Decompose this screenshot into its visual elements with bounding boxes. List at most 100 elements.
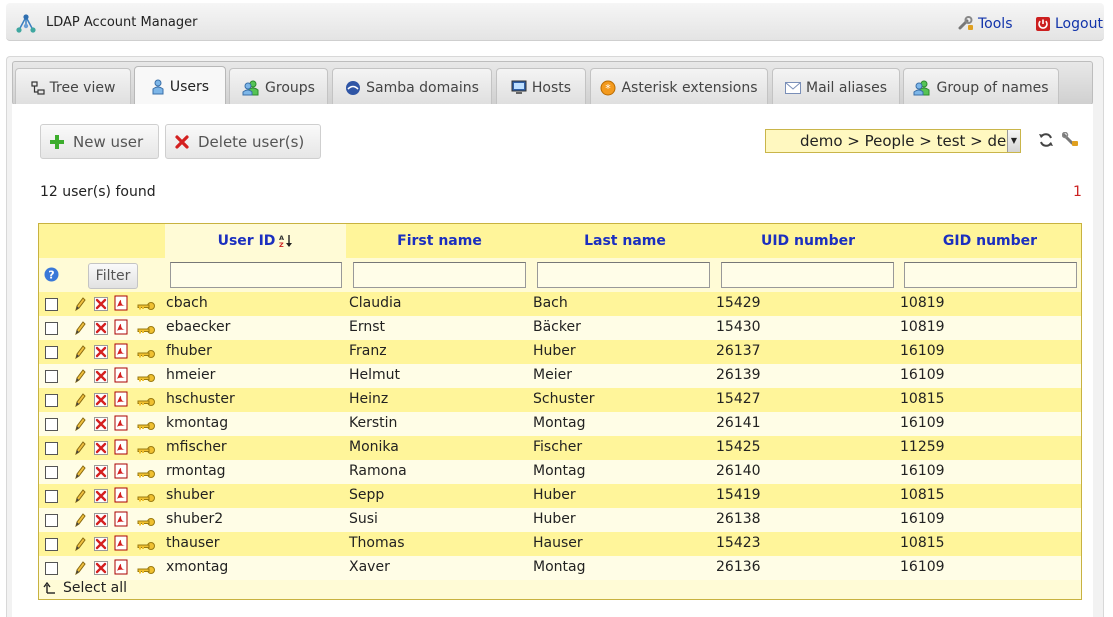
password-key-icon[interactable] (137, 299, 155, 315)
filter-uid-number-input[interactable] (721, 262, 894, 288)
edit-icon[interactable] (74, 536, 86, 556)
password-key-icon[interactable] (137, 515, 155, 531)
cell-user-id[interactable]: shuber (166, 487, 214, 503)
tab-hosts[interactable]: Hosts (496, 68, 586, 106)
password-key-icon[interactable] (137, 371, 155, 387)
tab-groups[interactable]: Groups (229, 68, 328, 106)
edit-icon[interactable] (74, 488, 86, 508)
pdf-icon[interactable] (114, 511, 128, 531)
row-checkbox[interactable] (45, 490, 58, 503)
password-key-icon[interactable] (137, 563, 155, 579)
password-key-icon[interactable] (137, 467, 155, 483)
delete-row-icon[interactable] (94, 297, 108, 315)
edit-icon[interactable] (74, 416, 86, 436)
cell-user-id[interactable]: ebaecker (166, 319, 230, 335)
tab-asterisk-extensions[interactable]: * Asterisk extensions (590, 68, 768, 106)
cell-user-id[interactable]: thauser (166, 535, 219, 551)
row-checkbox[interactable] (45, 370, 58, 383)
row-checkbox[interactable] (45, 418, 58, 431)
cell-user-id[interactable]: hschuster (166, 391, 235, 407)
tree-suffix-select[interactable]: demo > People > test > de ▼ (765, 129, 1021, 153)
edit-icon[interactable] (74, 512, 86, 532)
pdf-icon[interactable] (114, 415, 128, 435)
password-key-icon[interactable] (137, 539, 155, 555)
pdf-icon[interactable] (114, 535, 128, 555)
page-number-link[interactable]: 1 (1073, 184, 1082, 200)
row-checkbox[interactable] (45, 322, 58, 335)
pdf-icon[interactable] (114, 319, 128, 339)
filter-button[interactable]: Filter (88, 263, 138, 289)
delete-row-icon[interactable] (94, 417, 108, 435)
edit-icon[interactable] (74, 560, 86, 580)
edit-icon[interactable] (74, 344, 86, 364)
password-key-icon[interactable] (137, 443, 155, 459)
new-user-button[interactable]: New user (40, 124, 159, 159)
delete-row-icon[interactable] (94, 489, 108, 507)
help-icon[interactable]: ? (44, 267, 59, 282)
row-checkbox[interactable] (45, 514, 58, 527)
cell-user-id[interactable]: kmontag (166, 415, 228, 431)
pdf-icon[interactable] (114, 295, 128, 315)
delete-row-icon[interactable] (94, 537, 108, 555)
tab-tree-view[interactable]: Tree view (15, 68, 131, 106)
pdf-icon[interactable] (114, 343, 128, 363)
row-checkbox[interactable] (45, 394, 58, 407)
pdf-icon[interactable] (114, 391, 128, 411)
delete-row-icon[interactable] (94, 441, 108, 459)
row-checkbox[interactable] (45, 346, 58, 359)
column-header-uid-number[interactable]: UID number (717, 224, 899, 258)
row-checkbox[interactable] (45, 562, 58, 575)
delete-row-icon[interactable] (94, 561, 108, 579)
edit-icon[interactable] (74, 464, 86, 484)
cell-user-id[interactable]: rmontag (166, 463, 226, 479)
filter-first-name-input[interactable] (353, 262, 526, 288)
filter-last-name-input[interactable] (537, 262, 710, 288)
logout-link[interactable]: Logout (1035, 16, 1103, 32)
pdf-icon[interactable] (114, 559, 128, 579)
column-header-last-name[interactable]: Last name (533, 224, 717, 258)
cell-user-id[interactable]: hmeier (166, 367, 215, 383)
column-header-user-id[interactable]: User ID A Z (165, 224, 346, 258)
edit-icon[interactable] (74, 392, 86, 412)
row-checkbox[interactable] (45, 466, 58, 479)
cell-user-id[interactable]: mfischer (166, 439, 227, 455)
pdf-icon[interactable] (114, 487, 128, 507)
password-key-icon[interactable] (137, 347, 155, 363)
tab-group-of-names[interactable]: Group of names (903, 68, 1059, 106)
select-all-link[interactable]: Select all (43, 580, 127, 596)
delete-row-icon[interactable] (94, 321, 108, 339)
edit-icon[interactable] (74, 296, 86, 316)
row-checkbox[interactable] (45, 442, 58, 455)
tab-samba-domains[interactable]: Samba domains (332, 68, 492, 106)
delete-row-icon[interactable] (94, 345, 108, 363)
tab-users[interactable]: Users (134, 66, 226, 107)
edit-icon[interactable] (74, 320, 86, 340)
delete-row-icon[interactable] (94, 465, 108, 483)
tools-link[interactable]: Tools (958, 16, 1013, 32)
pdf-icon[interactable] (114, 367, 128, 387)
delete-row-icon[interactable] (94, 513, 108, 531)
password-key-icon[interactable] (137, 323, 155, 339)
filter-user-id-input[interactable] (170, 262, 342, 288)
edit-icon[interactable] (74, 440, 86, 460)
refresh-icon[interactable] (1038, 132, 1054, 148)
pdf-icon[interactable] (114, 463, 128, 483)
edit-icon[interactable] (74, 368, 86, 388)
delete-users-button[interactable]: Delete user(s) (165, 124, 321, 159)
delete-row-icon[interactable] (94, 393, 108, 411)
settings-wrench-icon[interactable] (1062, 132, 1080, 148)
delete-row-icon[interactable] (94, 369, 108, 387)
cell-user-id[interactable]: shuber2 (166, 511, 223, 527)
row-checkbox[interactable] (45, 298, 58, 311)
column-header-gid-number[interactable]: GID number (899, 224, 1081, 258)
pdf-icon[interactable] (114, 439, 128, 459)
password-key-icon[interactable] (137, 491, 155, 507)
filter-gid-number-input[interactable] (904, 262, 1077, 288)
column-header-first-name[interactable]: First name (346, 224, 533, 258)
cell-user-id[interactable]: fhuber (166, 343, 212, 359)
password-key-icon[interactable] (137, 419, 155, 435)
row-checkbox[interactable] (45, 538, 58, 551)
tab-mail-aliases[interactable]: Mail aliases (772, 68, 900, 106)
cell-user-id[interactable]: xmontag (166, 559, 228, 575)
password-key-icon[interactable] (137, 395, 155, 411)
